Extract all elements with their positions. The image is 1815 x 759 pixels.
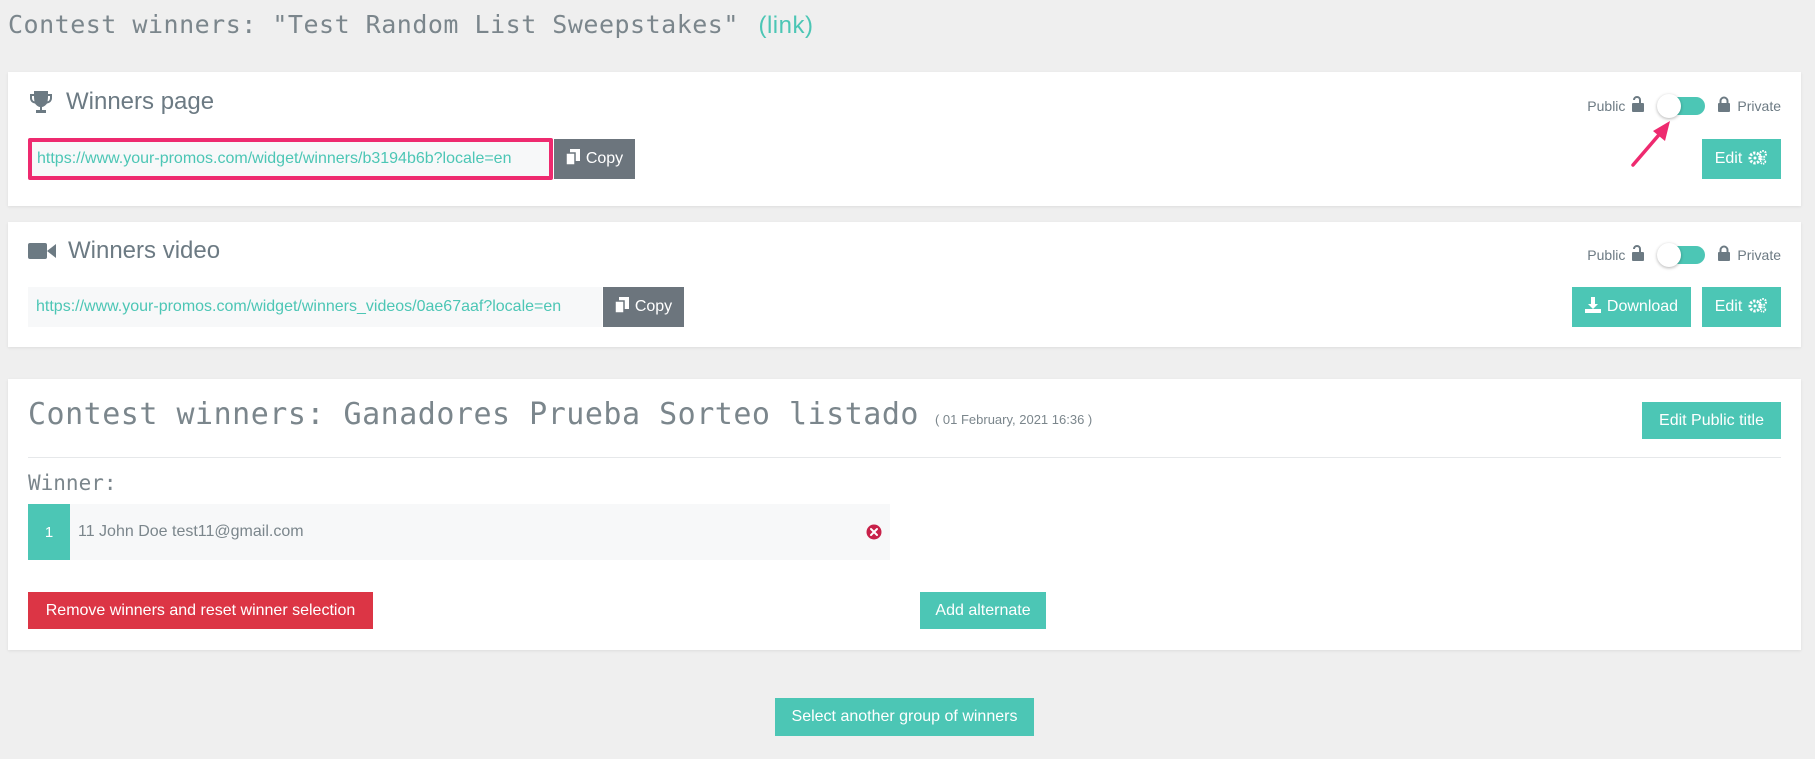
winners-video-title: Winners video	[68, 237, 221, 264]
lock-icon	[1717, 245, 1731, 264]
winners-page-visibility-toggle[interactable]: Public Private	[1587, 93, 1781, 118]
contest-winners-card: Contest winners: Ganadores Prueba Sorteo…	[8, 379, 1801, 650]
unlock-icon	[1631, 96, 1645, 115]
select-another-group-label: Select another group of winners	[791, 708, 1018, 725]
winners-page-url-field[interactable]: https://www.your-promos.com/widget/winne…	[28, 138, 553, 180]
winners-page-card: Winners page https://www.your-promos.com…	[8, 72, 1801, 206]
winners-video-download-button[interactable]: Download	[1572, 287, 1691, 327]
winners-video-card: Winners video https://www.your-promos.co…	[8, 222, 1801, 347]
winners-page-edit-button[interactable]: Edit	[1702, 139, 1781, 179]
edit-public-title-button[interactable]: Edit Public title	[1642, 402, 1781, 439]
switch-knob	[1657, 242, 1682, 267]
pointer-arrow	[1631, 121, 1670, 167]
cogs-icon	[1748, 149, 1768, 170]
winners-video-edit-button[interactable]: Edit	[1702, 287, 1781, 327]
copy-icon	[565, 148, 580, 170]
winners-video-header: Winners video	[28, 237, 220, 265]
copy-label: Copy	[634, 298, 673, 315]
add-alternate-button[interactable]: Add alternate	[920, 592, 1046, 629]
visibility-switch[interactable]	[1657, 93, 1706, 118]
divider	[28, 457, 1781, 458]
select-another-group-button[interactable]: Select another group of winners	[775, 698, 1034, 736]
lock-icon	[1717, 96, 1731, 115]
winner-number: 1	[28, 504, 70, 560]
remove-winners-button[interactable]: Remove winners and reset winner selectio…	[28, 592, 373, 629]
public-label: Public	[1587, 97, 1626, 114]
contest-title: Contest winners: Ganadores Prueba Sorteo…	[28, 397, 919, 432]
page-title-text: Contest winners: "Test Random List Sweep…	[8, 10, 739, 39]
winners-video-url-field[interactable]: https://www.your-promos.com/widget/winne…	[28, 287, 602, 327]
add-alternate-label: Add alternate	[935, 601, 1031, 619]
winners-page-url[interactable]: https://www.your-promos.com/widget/winne…	[37, 150, 511, 168]
contest-title-row: Contest winners: Ganadores Prueba Sorteo…	[28, 397, 1092, 432]
download-icon	[1584, 296, 1601, 318]
private-label: Private	[1737, 97, 1781, 114]
unlock-icon	[1631, 245, 1645, 264]
copy-label: Copy	[585, 150, 624, 167]
winners-page-header: Winners page	[28, 88, 214, 116]
remove-circle-icon[interactable]	[866, 524, 882, 540]
trophy-icon	[28, 89, 54, 115]
winner-row: 1 11 John Doe test11@gmail.com	[28, 504, 890, 560]
winners-page-title: Winners page	[66, 88, 215, 115]
copy-icon	[614, 296, 629, 318]
switch-knob	[1657, 93, 1682, 118]
winners-video-visibility-toggle[interactable]: Public Private	[1587, 242, 1781, 267]
winner-text: 11 John Doe test11@gmail.com	[78, 523, 304, 540]
edit-label: Edit	[1714, 150, 1743, 167]
page-title: Contest winners: "Test Random List Sweep…	[8, 10, 813, 40]
contest-link[interactable]: (link)	[758, 12, 813, 39]
private-label: Private	[1737, 246, 1781, 263]
remove-winners-label: Remove winners and reset winner selectio…	[45, 601, 356, 619]
edit-public-title-label: Edit Public title	[1659, 411, 1764, 429]
cogs-icon	[1748, 297, 1768, 318]
download-label: Download	[1606, 298, 1679, 315]
edit-label: Edit	[1714, 298, 1743, 315]
winners-video-copy-button[interactable]: Copy	[603, 287, 684, 327]
visibility-switch[interactable]	[1657, 242, 1706, 267]
winners-video-url[interactable]: https://www.your-promos.com/widget/winne…	[36, 298, 561, 316]
winner-label: Winner:	[28, 471, 117, 495]
contest-date: ( 01 February, 2021 16:36 )	[934, 412, 1093, 427]
winners-page-copy-button[interactable]: Copy	[554, 139, 635, 179]
video-camera-icon	[28, 241, 56, 261]
public-label: Public	[1587, 246, 1626, 263]
